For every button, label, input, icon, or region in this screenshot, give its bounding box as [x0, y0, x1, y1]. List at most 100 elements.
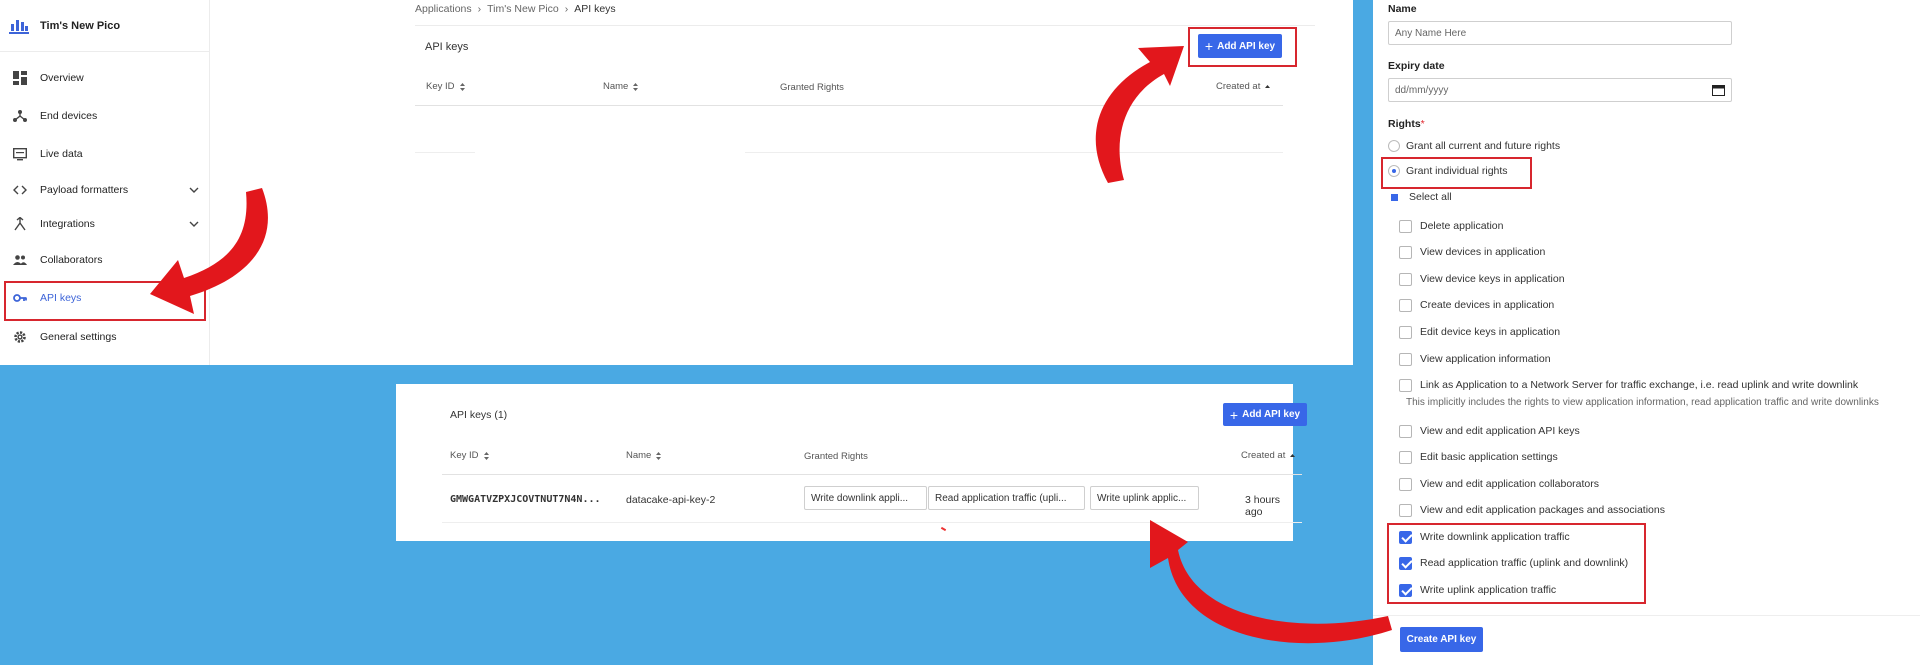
checkbox-icon — [1399, 378, 1412, 392]
sidebar-item-payload-formatters[interactable]: Payload formatters — [0, 173, 210, 207]
key-name-cell: datacake-api-key-2 — [626, 494, 716, 506]
api-key-list-panel: API keys (1) + Add API key Key ID Name G… — [396, 384, 1307, 541]
right-checkbox[interactable]: View application information — [1399, 351, 1551, 367]
breadcrumb: Applications › Tim's New Pico › API keys — [415, 2, 616, 16]
network-icon — [12, 108, 28, 124]
sidebar-item-integrations[interactable]: Integrations — [0, 207, 210, 241]
right-checkbox[interactable]: Edit basic application settings — [1399, 449, 1558, 465]
right-checkbox[interactable]: View and edit application API keys — [1399, 423, 1580, 439]
people-icon — [12, 252, 28, 268]
column-header-name[interactable]: Name — [603, 81, 639, 92]
page-title: API keys — [425, 41, 469, 53]
sidebar-item-general-settings[interactable]: General settings — [0, 320, 210, 354]
name-label: Name — [1388, 3, 1417, 15]
breadcrumb-separator-icon: › — [477, 3, 482, 15]
sidebar-item-label: General settings — [40, 331, 117, 343]
grid-icon — [12, 70, 28, 86]
column-header-granted-rights: Granted Rights — [780, 82, 844, 93]
column-header-created-at[interactable]: Created at — [1216, 81, 1271, 92]
key-icon — [12, 290, 28, 306]
select-all-checkbox[interactable]: Select all — [1388, 189, 1452, 205]
checkbox-icon — [1399, 272, 1412, 286]
column-header-key-id[interactable]: Key ID — [450, 450, 490, 461]
grant-all-radio[interactable]: Grant all current and future rights — [1388, 138, 1560, 154]
name-field[interactable]: Any Name Here — [1388, 21, 1732, 45]
chevron-down-icon[interactable] — [188, 184, 200, 196]
add-api-key-button[interactable]: + Add API key — [1198, 34, 1282, 58]
right-chip: Read application traffic (upli... — [928, 486, 1085, 510]
annotation-mark — [940, 526, 947, 532]
sidebar-item-label: Live data — [40, 148, 83, 160]
sidebar-item-overview[interactable]: Overview — [0, 61, 210, 95]
checkbox-checked-icon — [1399, 556, 1412, 570]
checkbox-icon — [1399, 325, 1412, 339]
checkbox-indeterminate-icon — [1388, 190, 1401, 204]
plus-icon: + — [1204, 38, 1214, 54]
column-header-granted-rights: Granted Rights — [804, 451, 868, 462]
sidebar-item-api-keys[interactable]: API keys — [0, 281, 210, 315]
sidebar-item-label: Integrations — [40, 218, 95, 230]
checkbox-checked-icon — [1399, 583, 1412, 597]
console-panel: Tim's New Pico Overview End devices Live… — [0, 0, 1353, 365]
checkbox-icon — [1399, 450, 1412, 464]
right-chip: Write downlink appli... — [804, 486, 927, 510]
right-checkbox[interactable]: View and edit application packages and a… — [1399, 502, 1665, 518]
table-empty-row — [415, 152, 475, 153]
expiry-date-field[interactable]: dd/mm/yyyy — [1388, 78, 1732, 102]
create-api-key-button[interactable]: Create API key — [1400, 627, 1483, 652]
sidebar-item-end-devices[interactable]: End devices — [0, 99, 210, 133]
checkbox-icon — [1399, 245, 1412, 259]
sidebar-item-collaborators[interactable]: Collaborators — [0, 243, 210, 277]
key-id-cell: GMWGATVZPXJCOVTNUT7N4N... — [450, 494, 601, 505]
checkbox-icon — [1399, 219, 1412, 233]
column-header-key-id[interactable]: Key ID — [426, 81, 466, 92]
sidebar-item-live-data[interactable]: Live data — [0, 137, 210, 171]
right-checkbox[interactable]: Link as Application to a Network Server … — [1399, 377, 1858, 393]
right-checkbox[interactable]: View devices in application — [1399, 244, 1545, 260]
divider — [1373, 615, 1920, 616]
checkbox-icon — [1399, 503, 1412, 517]
sidebar: Tim's New Pico Overview End devices Live… — [0, 0, 210, 365]
radio-unchecked-icon — [1388, 140, 1400, 152]
column-header-created-at[interactable]: Created at — [1241, 450, 1296, 461]
right-checkbox[interactable]: View and edit application collaborators — [1399, 476, 1599, 492]
right-checkbox[interactable]: Write uplink application traffic — [1399, 582, 1556, 598]
sort-icon — [633, 82, 639, 91]
divider — [415, 25, 1315, 26]
sidebar-item-label: API keys — [40, 292, 82, 304]
column-header-name[interactable]: Name — [626, 450, 662, 461]
add-api-key-button[interactable]: + Add API key — [1223, 403, 1307, 426]
expiry-date-label: Expiry date — [1388, 60, 1445, 72]
checkbox-icon — [1399, 298, 1412, 312]
checkbox-checked-icon — [1399, 530, 1412, 544]
sidebar-item-label: End devices — [40, 110, 98, 122]
expiry-date-placeholder: dd/mm/yyyy — [1395, 84, 1449, 96]
sidebar-item-label: Overview — [40, 72, 84, 84]
fork-icon — [12, 216, 28, 232]
right-checkbox[interactable]: Read application traffic (uplink and dow… — [1399, 555, 1628, 571]
sort-ascending-icon — [1290, 453, 1296, 457]
calendar-icon[interactable] — [1712, 84, 1725, 96]
right-checkbox[interactable]: Delete application — [1399, 218, 1503, 234]
grant-individual-radio[interactable]: Grant individual rights — [1388, 163, 1508, 179]
sort-icon — [656, 451, 662, 460]
code-icon — [12, 182, 28, 198]
breadcrumb-separator-icon: › — [564, 3, 569, 15]
table-header-divider — [442, 474, 1302, 475]
right-checkbox[interactable]: Create devices in application — [1399, 297, 1554, 313]
sort-icon — [459, 82, 465, 91]
breadcrumb-current: API keys — [574, 3, 616, 15]
right-checkbox[interactable]: Write downlink application traffic — [1399, 529, 1570, 545]
create-api-key-form: Name Any Name Here Expiry date dd/mm/yyy… — [1373, 0, 1920, 665]
right-checkbox[interactable]: View device keys in application — [1399, 271, 1565, 287]
sidebar-item-label: Payload formatters — [40, 184, 129, 196]
breadcrumb-link-application[interactable]: Tim's New Pico — [487, 3, 559, 15]
rights-label: Rights* — [1388, 118, 1425, 130]
breadcrumb-link-applications[interactable]: Applications — [415, 3, 472, 15]
radio-checked-icon — [1388, 165, 1400, 177]
plus-icon: + — [1229, 406, 1239, 423]
right-checkbox[interactable]: Edit device keys in application — [1399, 324, 1560, 340]
monitor-icon — [12, 146, 28, 162]
created-at-cell: 3 hours ago — [1245, 494, 1281, 518]
chevron-down-icon[interactable] — [188, 218, 200, 230]
